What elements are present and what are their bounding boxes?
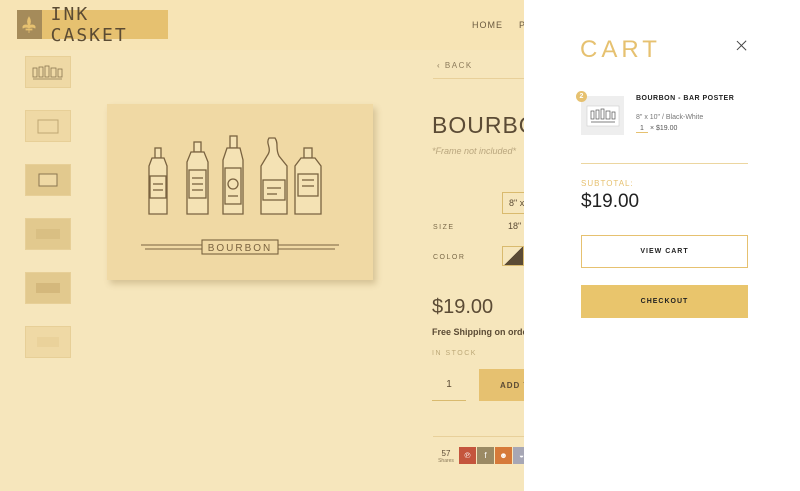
thumbnail-strip bbox=[25, 56, 71, 380]
thumbnail-3[interactable] bbox=[25, 164, 71, 196]
product-page: INK CASKET HOME P BOURBON ‹ BACK BOURB *… bbox=[0, 0, 524, 491]
size-value[interactable]: 18" bbox=[508, 221, 521, 231]
add-to-cart-button[interactable]: ADD T bbox=[479, 369, 524, 401]
remove-item-badge[interactable]: 2 bbox=[576, 91, 587, 102]
back-label: BACK bbox=[444, 61, 473, 70]
thumbnail-2[interactable] bbox=[25, 110, 71, 142]
thumbnail-1[interactable] bbox=[25, 56, 71, 88]
cart-item-name[interactable]: BOURBON - BAR POSTER bbox=[636, 95, 734, 102]
facebook-icon: f bbox=[484, 451, 487, 460]
close-icon[interactable] bbox=[734, 38, 750, 54]
share-count: 57 Shares bbox=[436, 449, 456, 464]
cart-item-quantity-line: 1 × $19.00 bbox=[636, 125, 677, 133]
size-label: SIZE bbox=[433, 224, 455, 231]
subtotal-value: $19.00 bbox=[581, 191, 640, 212]
frame-note: *Frame not included* bbox=[432, 146, 517, 156]
poster-label: BOURBON bbox=[208, 243, 273, 254]
site-header: INK CASKET HOME P bbox=[0, 0, 524, 50]
view-cart-button[interactable]: VIEW CART bbox=[581, 235, 748, 268]
pinterest-share-button[interactable]: ℗ bbox=[459, 447, 476, 464]
divider bbox=[581, 163, 748, 164]
thumbnail-4[interactable] bbox=[25, 218, 71, 250]
fleur-de-lis-icon bbox=[17, 10, 42, 39]
product-image: BOURBON bbox=[107, 104, 373, 280]
site-logo[interactable]: INK CASKET bbox=[17, 4, 168, 46]
messenger-share-button[interactable]: ◒ bbox=[513, 447, 524, 464]
reddit-icon: ☻ bbox=[499, 451, 508, 460]
share-label: Shares bbox=[438, 458, 454, 464]
share-number: 57 bbox=[441, 449, 451, 458]
product-title: BOURBO bbox=[432, 112, 524, 138]
stock-status: IN STOCK bbox=[432, 350, 477, 357]
subtotal-label: SUBTOTAL: bbox=[581, 179, 634, 188]
facebook-share-button[interactable]: f bbox=[477, 447, 494, 464]
cart-item-thumbnail[interactable] bbox=[581, 96, 624, 135]
thumbnail-6[interactable] bbox=[25, 326, 71, 358]
nav-home[interactable]: HOME bbox=[472, 20, 503, 30]
pinterest-icon: ℗ bbox=[464, 451, 471, 460]
reddit-share-button[interactable]: ☻ bbox=[495, 447, 512, 464]
thumbnail-5[interactable] bbox=[25, 272, 71, 304]
product-price: $19.00 bbox=[432, 296, 494, 318]
shipping-note: Free Shipping on orde bbox=[432, 327, 524, 337]
quantity-input[interactable]: 1 bbox=[432, 369, 466, 401]
cart-item-price: × $19.00 bbox=[649, 125, 678, 132]
divider bbox=[433, 78, 524, 79]
size-option-button[interactable]: 8" x bbox=[502, 192, 524, 214]
divider bbox=[433, 436, 524, 437]
bourbon-bottles-illustration: BOURBON bbox=[141, 135, 339, 255]
cart-item-quantity-input[interactable]: 1 bbox=[636, 125, 648, 133]
checkout-button[interactable]: CHECKOUT bbox=[581, 285, 748, 318]
color-label: COLOR bbox=[433, 254, 466, 261]
logo-text: INK CASKET bbox=[50, 3, 128, 46]
cart-drawer: CART 2 BOURBON - BAR POSTER 8" x 10" / B… bbox=[524, 0, 800, 491]
cart-title: CART bbox=[580, 36, 661, 63]
poster-thumbnail-image bbox=[586, 105, 619, 126]
back-link[interactable]: ‹ BACK bbox=[437, 61, 473, 70]
cart-item-variant: 8" x 10" / Black-White bbox=[636, 114, 704, 121]
color-swatch-black-white[interactable] bbox=[502, 246, 524, 266]
